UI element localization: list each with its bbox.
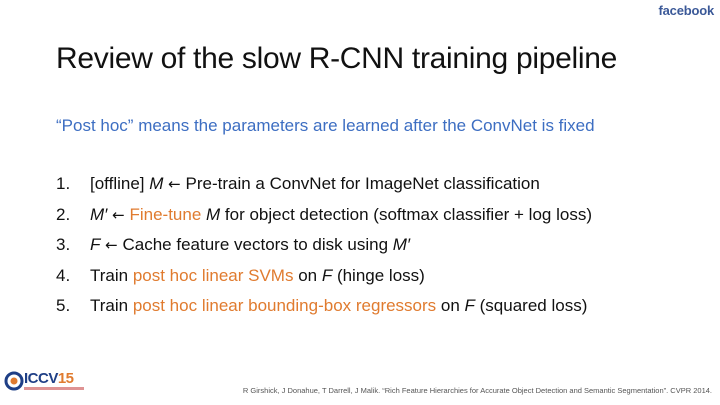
highlight-text: Fine-tune xyxy=(129,204,202,224)
variable-m: M xyxy=(201,204,221,224)
variable-f: F xyxy=(321,265,333,285)
list-item: 4. Train post hoc linear SVMs on F (hinge… xyxy=(56,265,592,296)
pipeline-steps: 1. [offline] M ← Pre-train a ConvNet for … xyxy=(56,173,592,326)
iccv-logo-text: ICCV15 xyxy=(24,370,74,387)
facebook-logo: facebook xyxy=(658,3,715,18)
step-text: (hinge loss) xyxy=(332,265,425,285)
list-item: 5. Train post hoc linear bounding-box reg… xyxy=(56,295,592,326)
iccv-logo-year: 15 xyxy=(57,370,74,387)
step-number: 4. xyxy=(56,265,71,285)
step-text: for object detection (softmax classifier… xyxy=(220,204,592,224)
step-text: on xyxy=(436,296,465,315)
step-number: 1. xyxy=(56,174,71,193)
citation: R Girshick, J Donahue, T Darrell, J Mali… xyxy=(242,386,712,395)
slide-title: Review of the slow R-CNN training pipeli… xyxy=(56,42,617,75)
iccv-logo-tagline xyxy=(24,387,84,390)
step-number: 5. xyxy=(56,296,71,315)
step-text: on xyxy=(293,265,322,285)
highlight-text: post hoc linear SVMs xyxy=(132,265,294,285)
step-text: (squared loss) xyxy=(474,296,588,315)
highlight-text: post hoc linear bounding-box regressors xyxy=(132,296,437,315)
step-text: Cache feature vectors to disk using xyxy=(122,235,393,254)
variable-m: M xyxy=(149,174,164,193)
variable-f: F xyxy=(464,296,475,315)
step-text: Pre-train a ConvNet for ImageNet classif… xyxy=(185,174,540,193)
left-arrow-icon: ← xyxy=(100,236,123,254)
slide-subtitle: “Post hoc” means the parameters are lear… xyxy=(56,116,595,135)
variable-m-prime: M′ xyxy=(392,235,411,254)
list-item: 1. [offline] M ← Pre-train a ConvNet for … xyxy=(56,173,592,204)
left-arrow-icon: ← xyxy=(163,175,186,193)
step-text: Train xyxy=(90,296,133,315)
list-item: 2. M′ ← Fine-tune M for object detection … xyxy=(56,204,592,235)
variable-m-prime: M′ xyxy=(90,204,108,224)
step-text: Train xyxy=(90,265,133,285)
variable-f: F xyxy=(90,235,101,254)
iccv-logo: ICCV15 xyxy=(4,370,100,398)
iccv-emblem-icon xyxy=(4,371,24,391)
step-number: 2. xyxy=(56,204,71,224)
list-item: 3. F ← Cache feature vectors to disk usin… xyxy=(56,234,592,265)
step-number: 3. xyxy=(56,235,71,254)
step-text: [offline] xyxy=(90,174,150,193)
left-arrow-icon: ← xyxy=(107,205,130,224)
iccv-logo-name: ICCV xyxy=(24,370,58,387)
